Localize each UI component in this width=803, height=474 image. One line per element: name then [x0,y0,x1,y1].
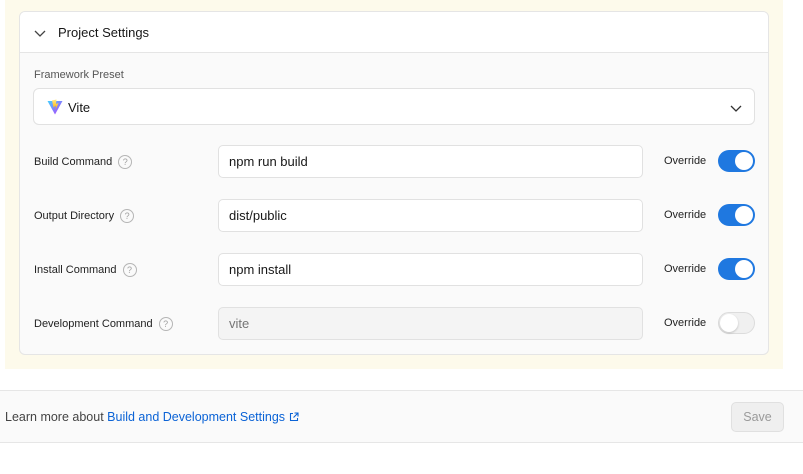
help-icon[interactable]: ? [122,263,137,277]
development-command-input[interactable] [218,307,643,340]
vite-logo-icon [47,99,63,115]
override-label: Override [664,209,707,221]
install-command-input[interactable] [218,253,643,286]
framework-preset-value: Vite [68,100,91,115]
framework-preset-select[interactable]: Vite [33,88,755,125]
output-directory-input[interactable] [218,199,643,232]
save-button[interactable]: Save [731,402,784,432]
build-command-row: Build Command? Override [20,145,768,179]
chevron-down-icon [730,105,742,112]
toggle-knob [735,206,753,224]
chevron-down-icon [34,30,46,37]
footer-learn-more: Learn more about Build and Development S… [5,410,299,424]
help-icon[interactable]: ? [118,155,133,169]
build-command-override-toggle[interactable] [718,150,755,172]
project-settings-card: Project Settings Framework Preset Vite B… [19,11,769,355]
output-directory-override-toggle[interactable] [718,204,755,226]
install-command-override-toggle[interactable] [718,258,755,280]
output-directory-row: Output Directory? Override [20,199,768,233]
toggle-knob [735,152,753,170]
development-command-row: Development Command? Override [20,307,768,341]
development-command-label: Development Command? [34,317,173,331]
build-command-label: Build Command? [34,155,133,169]
override-label: Override [664,155,707,167]
project-settings-header[interactable]: Project Settings [20,12,768,53]
toggle-knob [720,314,738,332]
build-settings-docs-link[interactable]: Build and Development Settings [107,410,299,424]
override-label: Override [664,317,707,329]
highlight-frame: Project Settings Framework Preset Vite B… [5,0,783,369]
framework-preset-label: Framework Preset [34,69,124,81]
card-title: Project Settings [58,25,150,40]
settings-footer: Learn more about Build and Development S… [0,390,803,443]
install-command-label: Install Command? [34,263,137,277]
help-icon[interactable]: ? [120,209,135,223]
install-command-row: Install Command? Override [20,253,768,287]
external-link-icon [289,412,299,422]
override-label: Override [664,263,707,275]
output-directory-label: Output Directory? [34,209,135,223]
development-command-override-toggle[interactable] [718,312,755,334]
toggle-knob [735,260,753,278]
build-command-input[interactable] [218,145,643,178]
help-icon[interactable]: ? [158,317,173,331]
